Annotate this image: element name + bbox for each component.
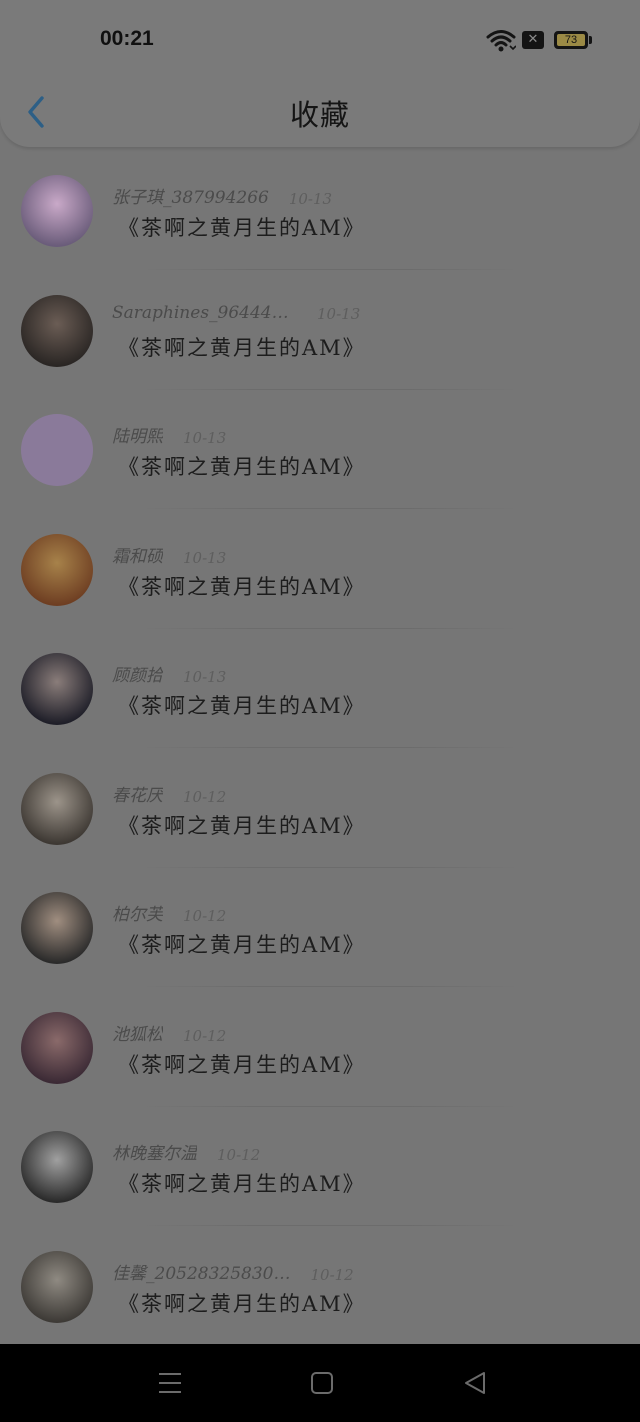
user-name: 张子琪_387994266 (112, 188, 269, 208)
avatar[interactable] (21, 1011, 93, 1084)
avatar[interactable] (21, 175, 93, 247)
list-item[interactable]: 霜和硕 10-13 《茶啊之黄月生的AM》 (0, 509, 640, 629)
avatar[interactable] (21, 414, 93, 486)
back-triangle-icon[interactable] (460, 1368, 490, 1398)
battery-icon: 73 (554, 31, 588, 49)
user-name: 佳馨_20528325830… (112, 1263, 291, 1284)
item-meta: 池狐松 10-12 (112, 1020, 226, 1045)
home-square-icon[interactable] (307, 1368, 337, 1398)
list-item[interactable]: 春花厌 10-12 《茶啊之黄月生的AM》 (0, 748, 640, 868)
list-item[interactable]: 顾颜拾 10-13 《茶啊之黄月生的AM》 (0, 628, 640, 748)
item-date: 10-13 (317, 304, 361, 323)
status-time: 00:21 (100, 27, 154, 50)
item-title: 《茶啊之黄月生的AM》 (118, 1291, 366, 1316)
item-title: 《茶啊之黄月生的AM》 (118, 813, 366, 838)
item-meta: 林晚塞尔温 10-12 (112, 1139, 260, 1164)
list-item[interactable]: 佳馨_20528325830… 10-12 《茶啊之黄月生的AM》 (0, 1226, 640, 1346)
item-date: 10-13 (183, 668, 227, 686)
wifi-icon (486, 30, 516, 52)
list-item[interactable]: 张子琪_387994266 10-13 《茶啊之黄月生的AM》 (0, 150, 640, 270)
avatar[interactable] (21, 892, 93, 964)
menu-icon[interactable] (155, 1368, 185, 1398)
item-title: 《茶啊之黄月生的AM》 (118, 1052, 366, 1077)
item-meta: 陆明熙 10-13 (112, 422, 226, 447)
item-title: 《茶啊之黄月生的AM》 (118, 933, 366, 957)
list-item[interactable]: 林晚塞尔温 10-12 《茶啊之黄月生的AM》 (0, 1106, 640, 1226)
item-date: 10-13 (183, 548, 227, 567)
battery-tip (589, 36, 592, 44)
list-item[interactable]: Saraphines_964442204 10-13 《茶啊之黄月生的AM》 (0, 270, 640, 390)
item-meta: 霜和硕 10-13 (112, 542, 226, 567)
avatar[interactable] (21, 1250, 93, 1323)
signal-x-icon: ✕ (522, 31, 544, 49)
list-item[interactable]: 池狐松 10-12 《茶啊之黄月生的AM》 (0, 987, 640, 1107)
item-date: 10-12 (183, 787, 227, 806)
item-date: 10-12 (183, 1026, 227, 1045)
avatar[interactable] (21, 772, 93, 845)
item-date: 10-12 (183, 907, 227, 925)
avatar[interactable] (21, 653, 93, 725)
user-name: 霜和硕 (112, 546, 163, 567)
item-title: 《茶啊之黄月生的AM》 (118, 574, 366, 599)
item-meta: 张子琪_387994266 10-13 (112, 183, 332, 208)
item-title: 《茶啊之黄月生的AM》 (118, 216, 366, 240)
item-date: 10-13 (183, 429, 227, 447)
status-bar: 00:21 ✕ 73 (0, 0, 640, 80)
item-meta: 顾颜拾 10-13 (112, 661, 226, 686)
user-name: 林晚塞尔温 (112, 1144, 197, 1164)
avatar[interactable] (21, 533, 93, 606)
item-title: 《茶啊之黄月生的AM》 (118, 335, 366, 360)
page-title: 收藏 (289, 98, 350, 132)
item-meta: 春花厌 10-12 (112, 781, 226, 806)
list-item[interactable]: 陆明熙 10-13 《茶啊之黄月生的AM》 (0, 389, 640, 509)
user-name: 陆明熙 (112, 427, 163, 447)
item-date: 10-12 (217, 1146, 261, 1164)
user-name: 顾颜拾 (112, 666, 163, 686)
avatar[interactable] (21, 1131, 93, 1203)
list-item[interactable]: 柏尔芙 10-12 《茶啊之黄月生的AM》 (0, 867, 640, 987)
user-name: 池狐松 (112, 1024, 163, 1045)
item-title: 《茶啊之黄月生的AM》 (118, 694, 366, 718)
item-title: 《茶啊之黄月生的AM》 (118, 1172, 366, 1196)
item-date: 10-12 (310, 1265, 354, 1284)
header: 00:21 ✕ 73 收藏 (0, 0, 640, 147)
user-name: 春花厌 (112, 785, 163, 806)
item-title: 《茶啊之黄月生的AM》 (118, 455, 366, 479)
item-date: 10-13 (288, 190, 333, 208)
system-nav-bar (0, 1344, 640, 1422)
user-name: 柏尔芙 (112, 905, 163, 925)
avatar[interactable] (21, 294, 93, 367)
item-meta: Saraphines_964442204 10-13 (112, 303, 360, 323)
item-meta: 佳馨_20528325830… 10-12 (112, 1259, 354, 1284)
user-name: Saraphines_964442204 (112, 302, 297, 323)
battery-level: 73 (557, 34, 585, 46)
item-meta: 柏尔芙 10-12 (112, 900, 226, 925)
